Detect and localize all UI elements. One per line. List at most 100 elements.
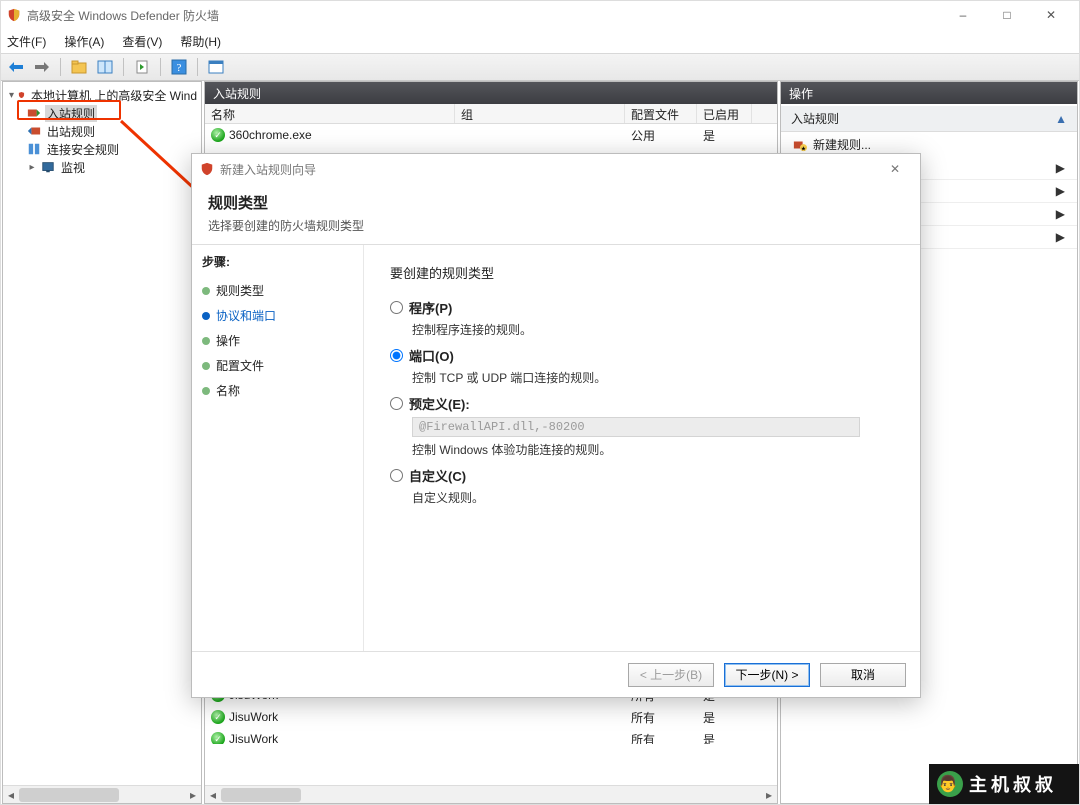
radio-predefined[interactable] (390, 397, 403, 410)
toolbar-details-icon[interactable] (205, 56, 227, 78)
option-custom-label: 自定义(C) (409, 466, 466, 485)
toolbar-help-icon[interactable]: ? (168, 56, 190, 78)
list-header: 名称 组 配置文件 已启用 (205, 104, 777, 124)
table-row[interactable]: ✓360chrome.exe 公用 是 (205, 124, 752, 146)
step-label: 规则类型 (216, 282, 264, 299)
step-action[interactable]: 操作 (202, 328, 353, 353)
window-title: 高级安全 Windows Defender 防火墙 (27, 7, 219, 24)
tree-outbound[interactable]: 出站规则 (5, 122, 199, 140)
content-question: 要创建的规则类型 (390, 263, 894, 282)
predefined-select[interactable]: @FirewallAPI.dll,-80200 (412, 417, 860, 437)
row-name: JisuWork (229, 732, 278, 744)
svg-text:?: ? (177, 62, 182, 74)
toolbar-folder-icon[interactable] (68, 56, 90, 78)
col-group[interactable]: 组 (455, 104, 625, 123)
row-enabled: 是 (697, 731, 752, 745)
step-label: 操作 (216, 332, 240, 349)
option-predefined[interactable]: 预定义(E): (390, 394, 894, 413)
window-controls: – □ ✕ (941, 2, 1073, 28)
toolbar-export-icon[interactable] (131, 56, 153, 78)
step-protocol[interactable]: 协议和端口 (202, 303, 353, 328)
table-row[interactable]: ✓ JisuWork 所有 是 (205, 728, 752, 744)
dialog-titlebar: 新建入站规则向导 ✕ (192, 154, 920, 184)
toolbar: ? (1, 53, 1079, 81)
tree-monitor[interactable]: ▸ 监视 (5, 158, 199, 176)
option-port-label: 端口(O) (409, 346, 454, 365)
dialog-heading: 规则类型 (208, 192, 904, 213)
row-enabled: 是 (697, 709, 752, 726)
option-port[interactable]: 端口(O) (390, 346, 894, 365)
actions-section: 入站规则 ▲ (781, 106, 1077, 132)
svg-text:★: ★ (801, 145, 806, 152)
actions-header: 操作 (781, 82, 1077, 104)
menu-help[interactable]: 帮助(H) (180, 33, 221, 50)
step-name[interactable]: 名称 (202, 378, 353, 403)
tree-inbound-label: 入站规则 (45, 105, 97, 122)
tree-outbound-label: 出站规则 (45, 123, 97, 140)
radio-port[interactable] (390, 349, 403, 362)
close-button[interactable]: ✕ (1029, 2, 1073, 28)
minimize-button[interactable]: – (941, 2, 985, 28)
toolbar-panes-icon[interactable] (94, 56, 116, 78)
nav-back-icon[interactable] (5, 56, 27, 78)
tree-root[interactable]: ▾ 本地计算机 上的高级安全 Wind (5, 86, 199, 104)
col-enabled[interactable]: 已启用 (697, 104, 752, 123)
tree-connsec[interactable]: 连接安全规则 (5, 140, 199, 158)
toolbar-separator (123, 58, 124, 76)
dialog-subheading: 选择要创建的防火墙规则类型 (208, 217, 904, 234)
step-profile[interactable]: 配置文件 (202, 353, 353, 378)
new-rule-icon: ★ (793, 138, 807, 152)
dialog-footer: < 上一步(B) 下一步(N) > 取消 (192, 651, 920, 697)
tree-hscrollbar[interactable]: ◂▸ (3, 785, 201, 803)
step-rule-type[interactable]: 规则类型 (202, 278, 353, 303)
row-enabled: 是 (697, 127, 752, 144)
option-program[interactable]: 程序(P) (390, 298, 894, 317)
col-profile[interactable]: 配置文件 (625, 104, 697, 123)
main-window: 高级安全 Windows Defender 防火墙 – □ ✕ 文件(F) 操作… (0, 0, 1080, 805)
col-name[interactable]: 名称 (205, 104, 455, 123)
nav-forward-icon[interactable] (31, 56, 53, 78)
toolbar-separator (60, 58, 61, 76)
row-profile: 所有 (625, 709, 697, 726)
steps-title: 步骤: (202, 253, 353, 270)
option-program-desc: 控制程序连接的规则。 (412, 321, 894, 338)
step-label: 名称 (216, 382, 240, 399)
radio-custom[interactable] (390, 469, 403, 482)
wizard-dialog: 新建入站规则向导 ✕ 规则类型 选择要创建的防火墙规则类型 步骤: 规则类型 协… (191, 153, 921, 698)
wizard-steps: 步骤: 规则类型 协议和端口 操作 配置文件 名称 (192, 245, 364, 651)
inbound-icon (27, 106, 41, 120)
option-predefined-desc: 控制 Windows 体验功能连接的规则。 (412, 441, 894, 458)
cancel-button[interactable]: 取消 (820, 663, 906, 687)
tree-inbound[interactable]: 入站规则 (5, 104, 199, 122)
table-row[interactable]: ✓JisuWork 所有 是 (205, 706, 752, 728)
app-shield-icon (7, 8, 21, 22)
center-hscrollbar[interactable]: ◂▸ (205, 785, 777, 803)
row-name: 360chrome.exe (229, 128, 312, 142)
option-custom[interactable]: 自定义(C) (390, 466, 894, 485)
allow-icon: ✓ (211, 732, 225, 744)
toolbar-separator (197, 58, 198, 76)
watermark-icon: 👨 (937, 771, 963, 797)
connsec-icon (27, 142, 41, 156)
menu-action[interactable]: 操作(A) (64, 33, 104, 50)
tree-connsec-label: 连接安全规则 (45, 141, 121, 158)
action-new-rule-label: 新建规则... (813, 136, 871, 153)
monitor-icon (41, 160, 55, 174)
next-button[interactable]: 下一步(N) > (724, 663, 810, 687)
radio-program[interactable] (390, 301, 403, 314)
tree-pane: ▾ 本地计算机 上的高级安全 Wind 入站规则 出站规则 连接安全规则 (2, 81, 202, 804)
back-button[interactable]: < 上一步(B) (628, 663, 714, 687)
dialog-body: 步骤: 规则类型 协议和端口 操作 配置文件 名称 要创建的规则类型 程序(P)… (192, 245, 920, 651)
dialog-title: 新建入站规则向导 (220, 161, 316, 178)
row-profile: 所有 (625, 731, 697, 745)
menu-view[interactable]: 查看(V) (122, 33, 162, 50)
menu-file[interactable]: 文件(F) (7, 33, 46, 50)
shield-icon (18, 88, 25, 102)
option-predefined-label: 预定义(E): (409, 394, 470, 413)
maximize-button[interactable]: □ (985, 2, 1029, 28)
allow-icon: ✓ (211, 710, 225, 724)
dialog-close-button[interactable]: ✕ (878, 156, 912, 182)
collapse-icon[interactable]: ▲ (1055, 112, 1067, 126)
step-label: 协议和端口 (216, 307, 276, 324)
step-label: 配置文件 (216, 357, 264, 374)
